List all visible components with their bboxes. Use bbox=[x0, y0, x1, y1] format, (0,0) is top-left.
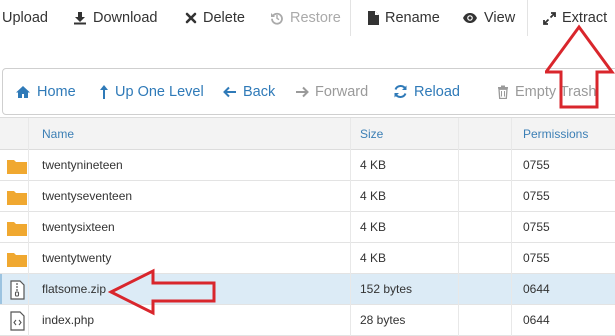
back-label: Back bbox=[243, 83, 276, 100]
up-one-level-button[interactable]: Up One Level bbox=[99, 69, 204, 114]
file-name: flatsome.zip bbox=[42, 282, 107, 296]
extract-label: Extract bbox=[562, 10, 608, 26]
table-row[interactable]: twentynineteen 4 KB 0755 bbox=[0, 150, 615, 181]
x-icon bbox=[185, 12, 197, 24]
file-permissions: 0644 bbox=[523, 282, 550, 296]
delete-button[interactable]: Delete bbox=[185, 0, 245, 36]
folder-icon bbox=[7, 160, 27, 174]
upload-button[interactable]: Upload bbox=[2, 0, 48, 36]
right-arrow-icon bbox=[296, 86, 309, 97]
expand-icon bbox=[543, 11, 556, 25]
extract-button[interactable]: Extract bbox=[543, 0, 607, 36]
reload-icon bbox=[394, 85, 407, 98]
file-manager-toolbar: Upload Download Delete Restore Rename Vi… bbox=[0, 0, 615, 36]
table-row[interactable]: twentyseventeen 4 KB 0755 bbox=[0, 181, 615, 212]
table-row[interactable]: twentytwenty 4 KB 0755 bbox=[0, 243, 615, 274]
reload-button[interactable]: Reload bbox=[393, 69, 460, 114]
up-arrow-icon bbox=[100, 84, 108, 99]
column-divider bbox=[511, 118, 512, 336]
column-divider bbox=[350, 118, 351, 336]
table-row[interactable]: twentysixteen 4 KB 0755 bbox=[0, 212, 615, 243]
file-icon bbox=[368, 11, 379, 25]
rename-button[interactable]: Rename bbox=[368, 0, 440, 36]
left-arrow-icon bbox=[223, 86, 236, 97]
column-header-name[interactable]: Name bbox=[42, 118, 74, 150]
file-size: 152 bytes bbox=[360, 282, 413, 296]
download-icon bbox=[74, 12, 86, 25]
eye-icon bbox=[463, 13, 477, 23]
trash-icon bbox=[498, 85, 508, 99]
zip-file-icon bbox=[10, 280, 25, 300]
column-divider bbox=[28, 118, 29, 336]
file-name: index.php bbox=[42, 313, 95, 327]
empty-trash-button[interactable]: Empty Trash bbox=[497, 69, 596, 114]
view-button[interactable]: View bbox=[462, 0, 515, 36]
column-header-size[interactable]: Size bbox=[360, 118, 383, 150]
download-button[interactable]: Download bbox=[73, 0, 158, 36]
rename-label: Rename bbox=[385, 10, 440, 26]
home-button[interactable]: Home bbox=[15, 69, 76, 114]
file-size: 4 KB bbox=[360, 158, 387, 172]
table-header: Name Size Permissions bbox=[0, 118, 615, 150]
file-permissions: 0755 bbox=[523, 220, 550, 234]
forward-button[interactable]: Forward bbox=[295, 69, 368, 114]
column-header-permissions[interactable]: Permissions bbox=[523, 118, 588, 150]
file-name: twentytwenty bbox=[42, 251, 112, 265]
file-permissions: 0755 bbox=[523, 158, 550, 172]
file-permissions: 0755 bbox=[523, 189, 550, 203]
file-table: Name Size Permissions twentynineteen 4 K… bbox=[0, 117, 615, 336]
table-row[interactable]: index.php 28 bytes 0644 bbox=[0, 305, 615, 336]
file-permissions: 0755 bbox=[523, 251, 550, 265]
empty-trash-label: Empty Trash bbox=[515, 83, 597, 100]
forward-label: Forward bbox=[315, 83, 369, 100]
file-size: 4 KB bbox=[360, 220, 387, 234]
up-one-level-label: Up One Level bbox=[115, 83, 204, 100]
folder-icon bbox=[7, 222, 27, 236]
toolbar-divider bbox=[527, 0, 528, 36]
file-size: 4 KB bbox=[360, 251, 387, 265]
restore-icon bbox=[271, 12, 283, 25]
back-button[interactable]: Back bbox=[223, 69, 275, 114]
file-name: twentyseventeen bbox=[42, 189, 133, 203]
restore-button[interactable]: Restore bbox=[270, 0, 341, 36]
toolbar-divider bbox=[350, 0, 351, 36]
file-size: 28 bytes bbox=[360, 313, 406, 327]
view-label: View bbox=[484, 10, 516, 26]
delete-label: Delete bbox=[203, 10, 245, 26]
file-permissions: 0644 bbox=[523, 313, 550, 327]
home-icon bbox=[16, 85, 30, 98]
file-name: twentynineteen bbox=[42, 158, 123, 172]
restore-label: Restore bbox=[290, 10, 341, 26]
reload-label: Reload bbox=[414, 83, 460, 100]
file-size: 4 KB bbox=[360, 189, 387, 203]
download-label: Download bbox=[93, 10, 158, 26]
table-row-selected[interactable]: flatsome.zip 152 bytes 0644 bbox=[0, 274, 615, 305]
column-divider bbox=[458, 118, 459, 336]
upload-label: Upload bbox=[2, 10, 48, 26]
navigation-bar: Home Up One Level Back Forward Reload Em… bbox=[2, 68, 615, 115]
folder-icon bbox=[7, 191, 27, 205]
code-file-icon bbox=[10, 311, 25, 331]
file-name: twentysixteen bbox=[42, 220, 115, 234]
folder-icon bbox=[7, 253, 27, 267]
home-label: Home bbox=[37, 83, 76, 100]
